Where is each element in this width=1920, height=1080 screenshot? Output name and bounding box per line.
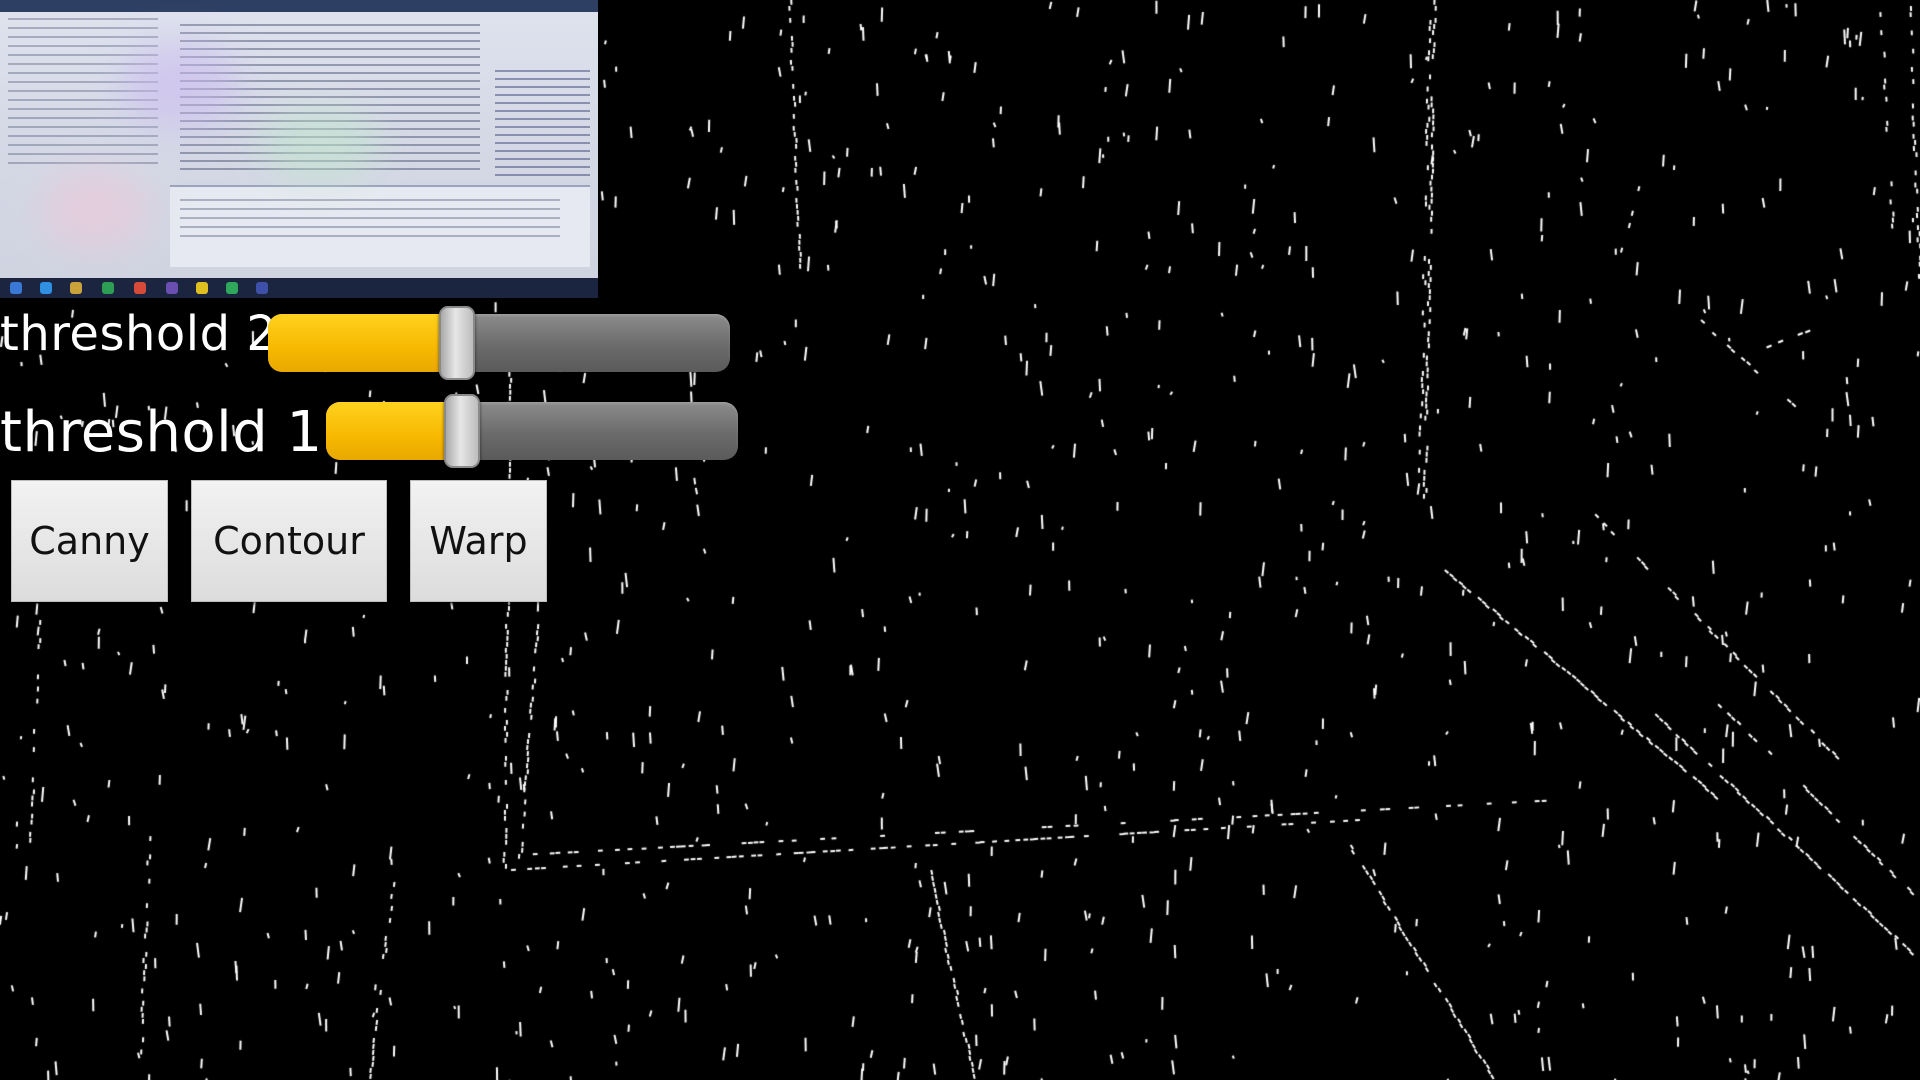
threshold-1-slider-thumb[interactable] <box>443 394 480 468</box>
app-icon <box>166 282 178 294</box>
chrome-icon <box>134 282 146 294</box>
threshold-2-slider-fill <box>268 314 458 372</box>
windows-icon <box>10 282 22 294</box>
threshold-1-label: threshold 1 <box>0 400 323 465</box>
preview-console-panel <box>170 185 590 267</box>
camera-preview-thumbnail <box>0 0 598 298</box>
threshold-1-slider-fill <box>326 402 462 460</box>
preview-glare <box>40 170 150 250</box>
threshold-2-label: threshold 2 <box>0 306 278 362</box>
app-icon <box>196 282 208 294</box>
store-icon <box>102 282 114 294</box>
threshold-1-slider[interactable] <box>326 394 738 468</box>
contour-button[interactable]: Contour <box>191 480 387 602</box>
preview-glare <box>260 110 380 180</box>
folder-icon <box>70 282 82 294</box>
threshold-2-slider[interactable] <box>268 306 730 380</box>
preview-taskbar <box>0 278 598 298</box>
eclipse-icon <box>256 282 268 294</box>
preview-outline-panel <box>495 70 590 180</box>
preview-window-bar <box>0 0 598 12</box>
warp-button[interactable]: Warp <box>410 480 547 602</box>
canny-button[interactable]: Canny <box>11 480 168 602</box>
threshold-2-slider-thumb[interactable] <box>439 306 476 380</box>
preview-glare <box>120 40 240 130</box>
browser-icon <box>40 282 52 294</box>
spotify-icon <box>226 282 238 294</box>
